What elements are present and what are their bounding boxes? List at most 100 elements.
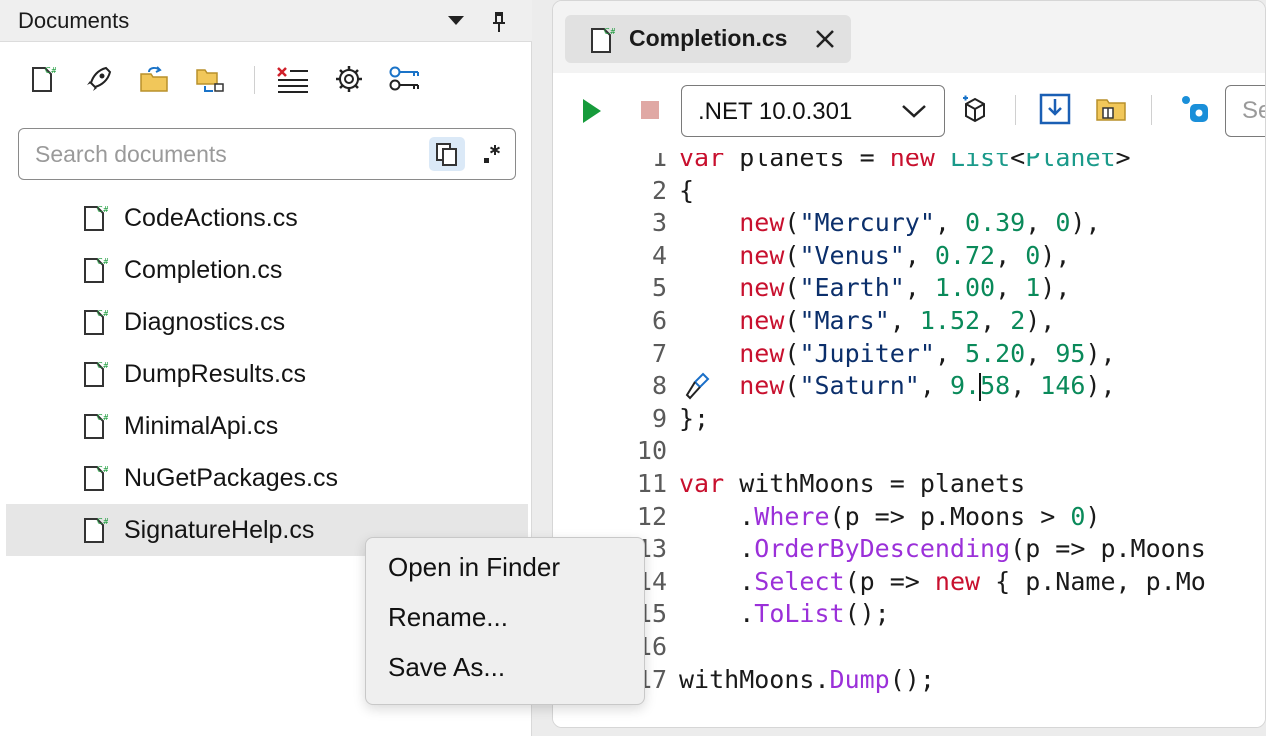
code-line: 2{ — [553, 175, 1265, 209]
editor-search-input[interactable] — [1242, 96, 1265, 126]
code-text: new("Mercury", 0.39, 0), — [739, 208, 1101, 238]
line-number: 4 — [651, 240, 667, 270]
folder-sync-icon — [196, 69, 224, 92]
search-documents-box — [18, 128, 516, 180]
tab-label: Completion.cs — [629, 25, 788, 51]
documents-toolbar: C# — [0, 56, 532, 102]
download-icon — [1039, 93, 1071, 125]
code-line: 9}; — [553, 403, 1265, 437]
runtime-select[interactable]: .NET 10.0.301 — [681, 85, 945, 137]
import-button[interactable] — [1037, 91, 1073, 127]
document-item[interactable]: C# NuGetPackages.cs — [6, 452, 528, 504]
document-list: C# CodeActions.cs C# Completion.cs C# Diagnos… — [6, 192, 528, 556]
document-item[interactable]: C# DumpResults.cs — [6, 348, 528, 400]
svg-text:C#: C# — [604, 27, 615, 36]
csharp-file-icon: C# — [84, 413, 108, 439]
pin-icon[interactable] — [490, 10, 508, 34]
line-number: 7 — [651, 338, 667, 368]
document-label: CodeActions.cs — [124, 204, 298, 232]
document-label: Completion.cs — [124, 256, 283, 284]
panel-title: Documents — [18, 8, 130, 33]
keys-icon — [389, 66, 419, 91]
nuget-button[interactable] — [1177, 91, 1213, 127]
menu-item-rename[interactable]: Rename... — [388, 602, 508, 633]
line-number: 2 — [651, 175, 667, 205]
code-text: new("Jupiter", 5.20, 95), — [739, 338, 1116, 368]
code-text: withMoons.Dump(); — [679, 664, 935, 694]
code-line: 10 — [553, 436, 1265, 469]
open-folder-button[interactable] — [138, 62, 172, 96]
line-number: 8 — [651, 371, 667, 401]
stop-button[interactable] — [641, 101, 659, 119]
new-document-button[interactable]: C# — [26, 62, 60, 96]
runtime-label: .NET 10.0.301 — [698, 98, 853, 125]
editor-search-box — [1225, 85, 1265, 137]
clear-list-button[interactable] — [276, 62, 310, 96]
line-number: 6 — [651, 306, 667, 335]
csharp-file-icon: C# — [84, 361, 108, 387]
folder-sync-button[interactable] — [194, 62, 228, 96]
line-number: 12 — [636, 501, 667, 531]
svg-text:C#: C# — [97, 517, 108, 526]
csharp-file-icon: C# — [84, 205, 108, 231]
line-number: 11 — [636, 469, 667, 498]
code-text: .OrderByDescending(p => p.Moons — [679, 534, 1206, 564]
code-text: var withMoons = planets — [679, 469, 1026, 498]
run-button[interactable] — [583, 99, 601, 123]
menu-item-save-as[interactable]: Save As... — [388, 652, 505, 683]
document-label: MinimalApi.cs — [124, 412, 279, 440]
code-line: 1 var planets = new List<Planet> — [553, 153, 1265, 176]
nuget-folder-button[interactable] — [1093, 91, 1129, 127]
run-toolbar: .NET 10.0.301 — [553, 73, 1265, 153]
editor-frame: C# Completion.cs .NET 10.0.301 — [552, 0, 1266, 728]
settings-button[interactable] — [332, 62, 366, 96]
code-line: 16 — [553, 632, 1265, 665]
run-script-button[interactable] — [82, 62, 116, 96]
svg-text:C#: C# — [97, 309, 108, 318]
line-number: 3 — [651, 208, 667, 238]
code-editor[interactable]: 1 var planets = new List<Planet> 2{3 new("… — [553, 153, 1265, 727]
line-number: 10 — [636, 436, 667, 466]
document-item[interactable]: C# Diagnostics.cs — [6, 296, 528, 348]
match-case-toggle[interactable] — [429, 137, 465, 171]
keys-button[interactable] — [388, 62, 422, 96]
svg-text:C#: C# — [97, 205, 108, 214]
tab-completion[interactable]: C# Completion.cs — [565, 15, 851, 63]
line-number: 9 — [651, 403, 667, 433]
menu-item-open-in-finder[interactable]: Open in Finder — [388, 552, 560, 583]
code-line: 4 new("Venus", 0.72, 0), — [553, 240, 1265, 274]
document-item[interactable]: C# MinimalApi.cs — [6, 400, 528, 452]
document-item[interactable]: C# CodeActions.cs — [6, 192, 528, 244]
code-text: .Where(p => p.Moons > 0) — [679, 501, 1101, 531]
svg-text:C#: C# — [97, 465, 108, 474]
new-document-icon: C# — [32, 66, 56, 92]
panel-menu-chevron-icon[interactable] — [448, 16, 464, 25]
search-documents-input[interactable] — [35, 139, 425, 169]
svg-text:C#: C# — [45, 66, 56, 75]
code-line: 12 .Where(p => p.Moons > 0) — [553, 501, 1265, 535]
code-line: 15 .ToList(); — [553, 599, 1265, 632]
code-text: { — [679, 175, 695, 205]
code-text: var planets = new List<Planet> — [679, 153, 1131, 172]
close-icon[interactable] — [813, 27, 837, 51]
csharp-file-icon: C# — [84, 517, 108, 543]
csharp-file-icon: C# — [591, 27, 615, 53]
rocket-icon — [87, 66, 112, 91]
code-line: 7 new("Jupiter", 5.20, 95), — [553, 338, 1265, 372]
code-text: .ToList(); — [679, 599, 890, 629]
package-button[interactable] — [957, 91, 993, 127]
document-label: SignatureHelp.cs — [124, 516, 315, 544]
code-line: 11 var withMoons = planets — [553, 469, 1265, 502]
regex-icon — [484, 145, 500, 163]
folder-package-icon — [1096, 99, 1126, 121]
nuget-icon — [1182, 96, 1208, 122]
line-number: 1 — [651, 153, 667, 172]
code-line: 14 .Select(p => new { p.Name, p.Mo — [553, 567, 1265, 600]
document-item[interactable]: C# Completion.cs — [6, 244, 528, 296]
copy-icon — [436, 143, 457, 166]
chevron-down-icon — [902, 105, 926, 118]
gear-icon — [336, 66, 362, 92]
regex-toggle[interactable] — [475, 137, 509, 171]
line-number: 5 — [651, 273, 667, 303]
document-label: DumpResults.cs — [124, 360, 306, 388]
